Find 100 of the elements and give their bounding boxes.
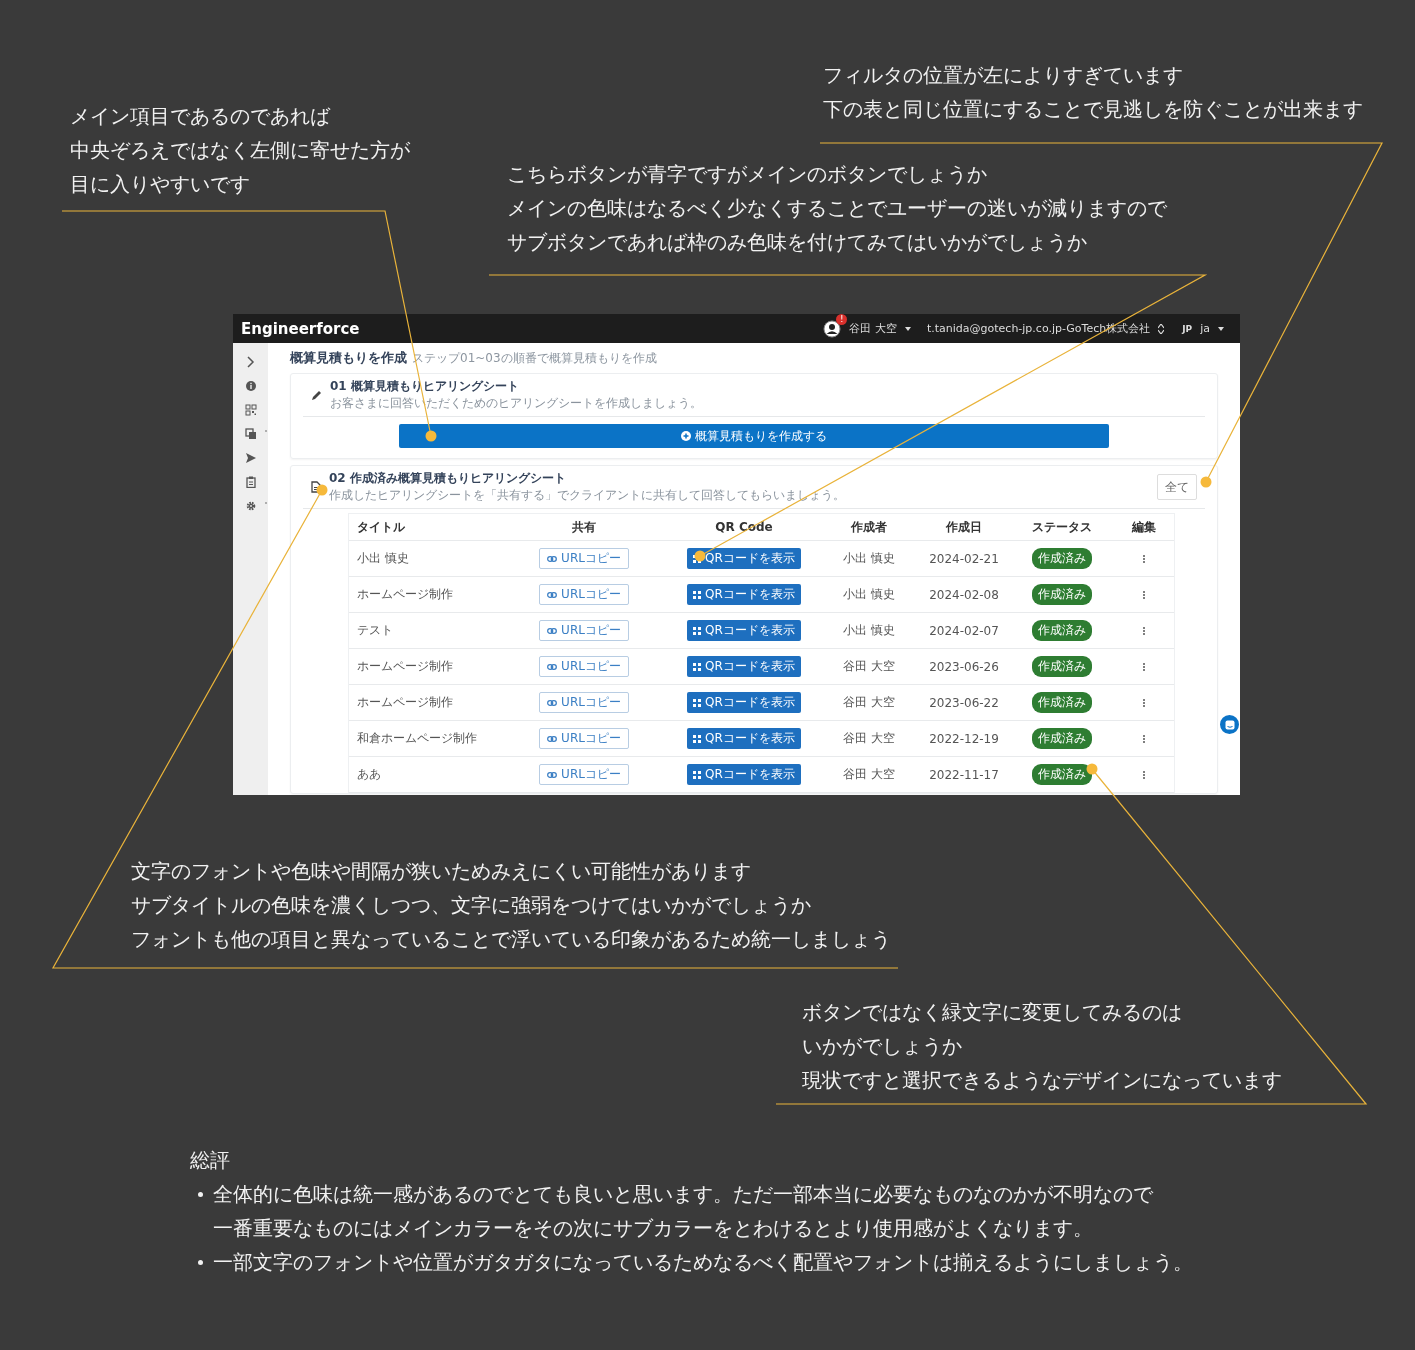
document-icon xyxy=(311,481,321,493)
link-icon xyxy=(547,699,558,706)
more-button[interactable] xyxy=(1141,698,1147,707)
table-cell-text: 谷田 大空 xyxy=(842,658,896,675)
table-cell-text: 2023-06-22 xyxy=(928,695,1000,710)
url-copy-button[interactable]: URLコピー xyxy=(539,764,629,785)
pencil-icon xyxy=(311,389,322,401)
annotation-text: こちらボタンが青字ですがメインのボタンでしょうか xyxy=(507,161,988,188)
table-cell-text: 小出 慎史 xyxy=(842,622,896,639)
table-cell-text: 谷田 大空 xyxy=(842,730,896,747)
annotation-text: メインの色味はなるべく少なくすることでユーザーの迷いが減りますので xyxy=(507,195,1167,222)
link-icon xyxy=(547,735,558,742)
qr-code-icon xyxy=(693,662,702,671)
qr-code-icon xyxy=(693,626,702,635)
chevron-right-icon xyxy=(244,356,257,368)
url-copy-button[interactable]: URLコピー xyxy=(539,656,629,677)
table-cell-text: 谷田 大空 xyxy=(842,694,896,711)
table-cell-text: 谷田 大空 xyxy=(842,766,896,783)
step-title: 01 概算見積もりヒアリングシート xyxy=(330,378,520,395)
send-icon xyxy=(244,452,257,464)
qr-code-icon xyxy=(693,590,702,599)
table-cell-text: ホームページ制作 xyxy=(356,586,454,603)
status-badge: 作成済み xyxy=(1031,728,1092,749)
annotation-text: 中央ぞろえではなく左側に寄せた方が xyxy=(70,137,410,164)
chat-button[interactable] xyxy=(1218,713,1240,736)
table-cell-text: 2022-11-17 xyxy=(928,767,1000,782)
bullet-icon xyxy=(198,1192,203,1197)
qr-code-icon xyxy=(244,404,257,416)
more-button[interactable] xyxy=(1141,770,1147,779)
annotation-text: 目に入りやすいです xyxy=(70,171,251,198)
table-cell-text: 2022-12-19 xyxy=(928,731,1000,746)
qr-code-button[interactable]: QRコードを表示 xyxy=(687,692,801,713)
column-header: 共有 xyxy=(571,518,597,536)
more-button[interactable] xyxy=(1141,554,1147,563)
qr-code-button[interactable]: QRコードを表示 xyxy=(687,764,801,785)
bullet-icon xyxy=(198,1260,203,1265)
clipboard-icon xyxy=(244,476,257,488)
url-copy-button[interactable]: URLコピー xyxy=(539,620,629,641)
table-cell-text: テスト xyxy=(356,622,394,639)
annotation-text: ボタンではなく緑文字に変更してみるのは xyxy=(802,999,1183,1026)
user-name[interactable]: 谷田 大空 xyxy=(849,321,897,336)
link-icon xyxy=(547,591,558,598)
table-cell-text: 和倉ホームページ制作 xyxy=(356,730,478,747)
summary-text: 一部文字のフォントや位置がガタガタになっているためなるべく配置やフォントは揃えるようにしましょう。 xyxy=(213,1249,1193,1276)
summary-text: 一番重要なものにはメインカラーをその次にサブカラーをとわけるとより使用感がよくなります。 xyxy=(213,1215,1094,1242)
info-icon xyxy=(244,380,257,392)
table-cell-text: 小出 慎史 xyxy=(842,586,896,603)
table-cell-text: ああ xyxy=(356,766,382,783)
sort-icon xyxy=(1158,323,1165,334)
table-cell-text: 2024-02-07 xyxy=(928,623,1000,638)
link-icon xyxy=(547,627,558,634)
status-badge: 作成済み xyxy=(1031,692,1092,713)
qr-code-button[interactable]: QRコードを表示 xyxy=(687,656,801,677)
url-copy-button[interactable]: URLコピー xyxy=(539,728,629,749)
step-title: 02 作成済み概算見積もりヒアリングシート xyxy=(329,470,567,487)
table-cell-text: ホームページ制作 xyxy=(356,694,454,711)
annotation-text: 現状ですと選択できるようなデザインになっています xyxy=(802,1067,1282,1094)
status-badge: 作成済み xyxy=(1031,620,1092,641)
flag-label: JP xyxy=(1182,323,1193,334)
table-cell-text: 2024-02-08 xyxy=(928,587,1000,602)
column-header: ステータス xyxy=(1030,518,1093,536)
url-copy-button[interactable]: URLコピー xyxy=(539,692,629,713)
more-button[interactable] xyxy=(1141,590,1147,599)
qr-code-button[interactable]: QRコードを表示 xyxy=(687,548,801,569)
app-logo: Engineerforce xyxy=(241,319,360,338)
url-copy-button[interactable]: URLコピー xyxy=(539,548,629,569)
annotation-text: サブタイトルの色味を濃くしつつ、文字に強弱をつけてはいかがでしょうか xyxy=(131,892,812,919)
link-icon xyxy=(547,663,558,670)
qr-code-button[interactable]: QRコードを表示 xyxy=(687,584,801,605)
notification-badge: ! xyxy=(836,314,848,325)
qr-code-button[interactable]: QRコードを表示 xyxy=(687,728,801,749)
caret-icon xyxy=(904,326,911,331)
table-cell-text: ホームページ制作 xyxy=(356,658,454,675)
qr-code-icon xyxy=(693,734,702,743)
user-avatar-icon xyxy=(823,319,842,338)
summary-text: 全体的に色味は統一感があるのでとても良いと思います。ただ一部本当に必要なものなのかが不明なので xyxy=(213,1181,1153,1208)
annotation-text: フィルタの位置が左によりすぎています xyxy=(823,62,1184,89)
status-badge: 作成済み xyxy=(1031,656,1092,677)
annotation-text: サブボタンであれば枠のみ色味を付けてみてはいかがでしょうか xyxy=(507,229,1088,256)
column-header: 作成日 xyxy=(945,518,983,536)
filter-dropdown[interactable]: 全て xyxy=(1157,474,1197,500)
qr-code-button[interactable]: QRコードを表示 xyxy=(687,620,801,641)
url-copy-button[interactable]: URLコピー xyxy=(539,584,629,605)
annotation-text: いかがでしょうか xyxy=(802,1033,963,1060)
qr-code-icon xyxy=(693,770,702,779)
status-badge: 作成済み xyxy=(1031,548,1092,569)
create-estimate-button[interactable]: 概算見積もりを作成する xyxy=(399,424,1109,448)
more-button[interactable] xyxy=(1141,662,1147,671)
column-header: タイトル xyxy=(356,518,406,536)
more-button[interactable] xyxy=(1141,626,1147,635)
copy-icon xyxy=(244,428,257,440)
plus-circle-icon xyxy=(681,431,691,441)
more-button[interactable] xyxy=(1141,734,1147,743)
table-cell-text: 2024-02-21 xyxy=(928,551,1000,566)
annotation-text: 下の表と同じ位置にすることで見逃しを防ぐことが出来ます xyxy=(823,96,1363,123)
chat-icon xyxy=(1224,719,1235,730)
language-selector[interactable]: ja xyxy=(1200,322,1210,335)
settings-icon xyxy=(244,500,257,512)
qr-code-icon xyxy=(693,698,702,707)
annotation-text: 文字のフォントや色味や間隔が狭いためみえにくい可能性があります xyxy=(131,858,752,885)
